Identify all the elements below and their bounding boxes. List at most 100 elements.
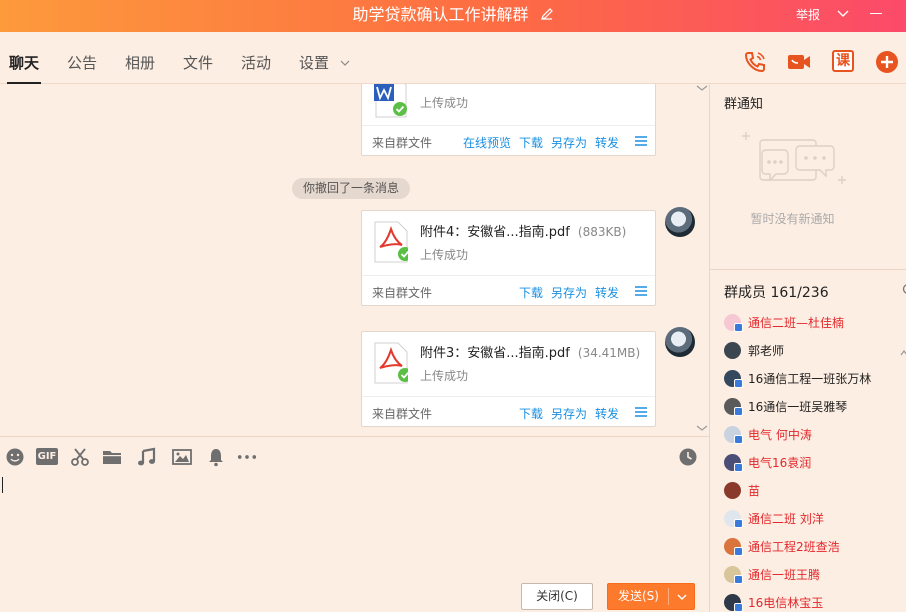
upload-status: 上传成功 (420, 248, 469, 262)
file-size: (34.41MB) (577, 346, 641, 360)
menu-icon[interactable] (635, 135, 647, 147)
file-name: 附件3：安徽省...指南.pdf (34.41MB) (420, 342, 640, 361)
scroll-up-icon[interactable] (900, 348, 906, 358)
file-size: (883KB) (577, 225, 627, 239)
menu-icon[interactable] (635, 406, 647, 418)
member-badge (734, 379, 743, 388)
music-icon[interactable] (137, 447, 157, 467)
tab-settings-label: 设置 (299, 54, 330, 72)
member-name: 16电信林宝玉 (748, 596, 824, 610)
history-clock-icon[interactable] (678, 447, 698, 467)
tab-activity[interactable]: 活动 (241, 52, 271, 82)
file-name-text: 附件4：安徽省...指南.pdf (420, 225, 570, 240)
recall-notice: 你撤回了一条消息 (292, 178, 411, 199)
tab-announcement[interactable]: 公告 (67, 52, 97, 82)
send-options-chevron-icon[interactable] (676, 593, 688, 601)
pdf-file-icon (374, 342, 408, 384)
card-actions: 下载 另存为 转发 (511, 284, 619, 301)
search-icon[interactable] (902, 283, 906, 297)
chevron-down-icon[interactable] (836, 8, 850, 20)
send-button-label: 发送(S) (618, 589, 659, 603)
folder-icon[interactable] (102, 447, 122, 467)
report-button[interactable]: 举报 (796, 6, 820, 23)
tab-files[interactable]: 文件 (183, 52, 213, 82)
file-source: 来自群文件 (372, 407, 433, 421)
save-as-link[interactable]: 另存为 (551, 286, 587, 300)
member-badge (734, 575, 743, 584)
tab-bar: 聊天 公告 相册 文件 活动 设置 (0, 32, 906, 84)
image-icon[interactable] (172, 447, 192, 467)
member-name: 通信二班 刘洋 (748, 512, 824, 526)
member-name: 郭老师 (748, 344, 785, 358)
message-list[interactable]: 上传成功 来自群文件 在线预览 下载 另存为 转发 你撤回了一条消息 附件4：安徽省.… (0, 84, 709, 436)
file-source: 来自群文件 (372, 286, 433, 300)
file-name: 附件4：安徽省...指南.pdf (883KB) (420, 221, 626, 240)
member-name: 16通信工程一班张万林 (748, 372, 872, 386)
window-title: 助学贷款确认工作讲解群 (0, 0, 906, 32)
class-icon[interactable]: 课 (832, 50, 856, 74)
member-name: 电气16袁润 (748, 456, 812, 470)
message-input[interactable] (0, 471, 709, 576)
avatar[interactable] (665, 207, 695, 237)
class-icon-label: 课 (832, 50, 854, 72)
send-button[interactable]: 发送(S) (607, 583, 695, 610)
input-area: GIF 关闭(C) 发送(S) (0, 436, 709, 612)
member-badge (734, 463, 743, 472)
avatar[interactable] (665, 327, 695, 357)
avatar (724, 482, 741, 499)
download-link[interactable]: 下载 (519, 286, 543, 300)
title-bar: 助学贷款确认工作讲解群 举报 (0, 0, 906, 32)
screenshot-scissors-icon[interactable] (70, 447, 90, 467)
group-name: 助学贷款确认工作讲解群 (352, 5, 529, 24)
emoji-icon[interactable] (5, 447, 25, 467)
member-name: 电气 何中涛 (748, 428, 812, 442)
card-footer: 来自群文件 下载 另存为 转发 (362, 396, 655, 426)
card-footer: 来自群文件 下载 另存为 转发 (362, 275, 655, 305)
close-button[interactable]: 关闭(C) (521, 583, 593, 610)
chevron-down-icon[interactable] (696, 424, 708, 432)
upload-status: 上传成功 (420, 369, 469, 383)
chevron-down-icon (340, 60, 350, 66)
download-link[interactable]: 下载 (519, 407, 543, 421)
chevron-up-icon[interactable] (696, 84, 708, 92)
add-app-icon[interactable] (875, 50, 899, 74)
download-link[interactable]: 下载 (519, 136, 543, 150)
group-notice-title: 群通知 (724, 97, 764, 112)
phone-call-icon[interactable] (743, 50, 767, 74)
save-as-link[interactable]: 另存为 (551, 136, 587, 150)
card-actions: 下载 另存为 转发 (511, 405, 619, 422)
member-name: 通信一班王腾 (748, 568, 821, 582)
file-message-card: 上传成功 来自群文件 在线预览 下载 另存为 转发 (361, 84, 656, 156)
card-actions: 在线预览 下载 另存为 转发 (455, 134, 619, 151)
gif-icon[interactable]: GIF (36, 448, 58, 465)
tab-album[interactable]: 相册 (125, 52, 155, 82)
panel-divider (710, 269, 906, 270)
bell-icon[interactable] (206, 447, 226, 467)
file-message-card: 附件4：安徽省...指南.pdf (883KB) 上传成功 来自群文件 下载 另存为… (361, 210, 656, 306)
video-call-icon[interactable] (787, 50, 811, 74)
member-name: 通信二班—杜佳楠 (748, 316, 845, 330)
minimize-button[interactable] (870, 13, 882, 14)
more-icon[interactable] (237, 447, 257, 467)
save-as-link[interactable]: 另存为 (551, 407, 587, 421)
menu-icon[interactable] (635, 285, 647, 297)
forward-link[interactable]: 转发 (595, 407, 619, 421)
member-badge (734, 323, 743, 332)
member-badge (734, 547, 743, 556)
file-message-card: 附件3：安徽省...指南.pdf (34.41MB) 上传成功 来自群文件 下载另… (361, 331, 656, 427)
file-source: 来自群文件 (372, 136, 433, 150)
member-name: 16通信一班吴雅琴 (748, 400, 848, 414)
send-divider (668, 588, 669, 605)
forward-link[interactable]: 转发 (595, 136, 619, 150)
card-footer: 来自群文件 在线预览 下载 另存为 转发 (362, 125, 655, 155)
right-panel: 群通知 暂时没有新通知 群成员 161/236 通信二班—杜佳楠 郭老师 16通… (709, 84, 906, 612)
member-badge (734, 407, 743, 416)
member-name: 苗 (748, 484, 761, 498)
member-badge (734, 519, 743, 528)
forward-link[interactable]: 转发 (595, 286, 619, 300)
tab-settings[interactable]: 设置 (299, 52, 350, 82)
tab-chat[interactable]: 聊天 (6, 52, 42, 84)
preview-online-link[interactable]: 在线预览 (463, 136, 511, 150)
member-badge (734, 603, 743, 612)
edit-icon[interactable] (540, 7, 554, 21)
